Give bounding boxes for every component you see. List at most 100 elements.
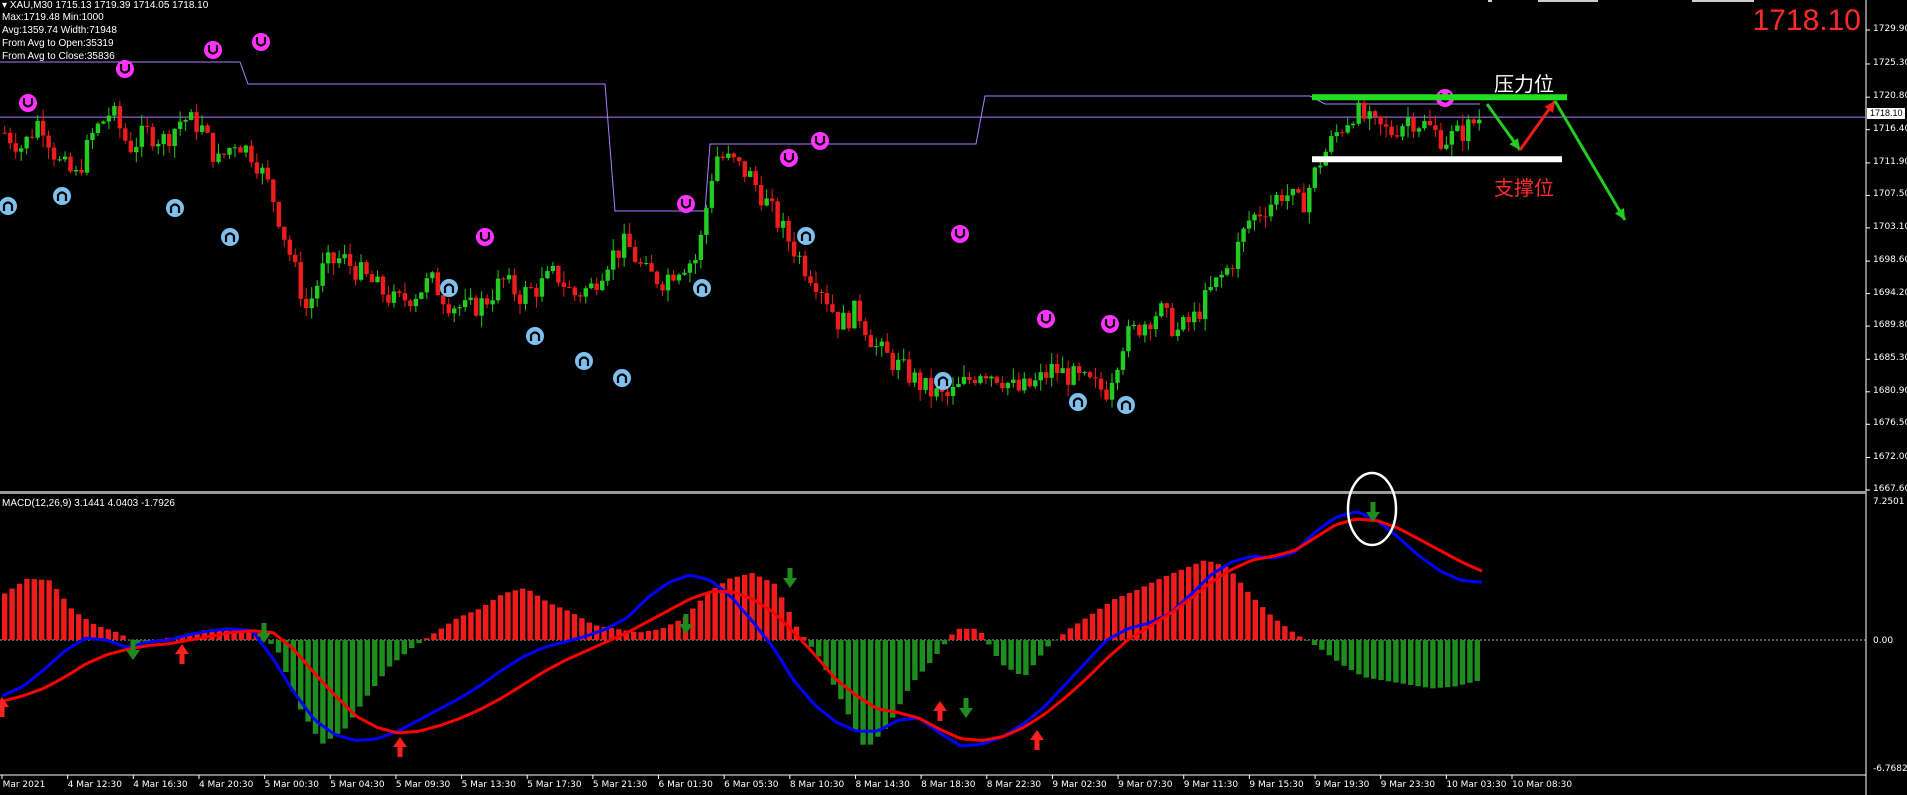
- candle-body: [468, 297, 473, 301]
- macd-histogram-bar: [364, 640, 370, 696]
- candle-body: [57, 159, 62, 161]
- macd-histogram-bar: [1393, 640, 1399, 683]
- macd-histogram-bar: [734, 576, 740, 640]
- macd-histogram-bar: [1200, 560, 1207, 640]
- macd-histogram-bar: [845, 640, 851, 715]
- candle-body: [484, 298, 490, 305]
- candle-body: [846, 312, 852, 329]
- toolbar-stub-1[interactable]: [1488, 0, 1492, 2]
- candle-body: [1104, 389, 1109, 400]
- candle-body: [517, 294, 523, 304]
- candle-body: [1438, 130, 1444, 149]
- candle-body: [1049, 363, 1054, 378]
- macd-histogram-bar: [949, 634, 955, 640]
- candle-body: [1082, 372, 1087, 374]
- macd-histogram-bar: [1193, 563, 1199, 640]
- candle-body: [550, 265, 556, 272]
- time-tick-label: 5 Mar 13:30: [461, 780, 516, 790]
- candle-body: [441, 295, 446, 305]
- candle-body: [808, 276, 813, 284]
- toolbar-stub-2[interactable]: [1538, 0, 1598, 2]
- time-tick-label: 9 Mar 19:30: [1315, 780, 1370, 790]
- macd-histogram-bar: [512, 590, 518, 640]
- fractal-lower-icon: [440, 279, 458, 297]
- macd-histogram-bar: [61, 598, 67, 640]
- candle-body: [1115, 369, 1120, 383]
- candle-body: [8, 132, 13, 144]
- price-tick-label: 1729.90: [1873, 24, 1907, 34]
- candle-body: [802, 255, 808, 277]
- candle-body: [1202, 290, 1208, 319]
- macd-histogram-bar: [1156, 579, 1162, 640]
- candle-body: [473, 297, 479, 316]
- candle-body: [342, 254, 347, 259]
- candle-body: [260, 167, 265, 174]
- macd-histogram-bar: [416, 640, 422, 644]
- macd-histogram-bar: [912, 640, 918, 681]
- macd-histogram-bar: [268, 640, 274, 644]
- macd-histogram-bar: [1230, 573, 1236, 640]
- info-max-min: Max:1719.48 Min:1000: [2, 12, 104, 23]
- candle-body: [46, 135, 51, 148]
- candle-body: [1400, 126, 1405, 137]
- macd-histogram-bar: [1097, 608, 1103, 640]
- macd-histogram-bar: [1371, 640, 1377, 679]
- fractal-upper-icon: [780, 149, 798, 167]
- candle-body: [578, 295, 583, 297]
- collapse-triangle-icon[interactable]: ▾: [2, 0, 10, 11]
- macd-histogram-bar: [645, 630, 652, 640]
- macd-histogram-bar: [1297, 636, 1303, 640]
- time-tick-label: 8 Mar 18:30: [921, 780, 976, 790]
- macd-histogram-bar: [1400, 640, 1406, 684]
- macd-histogram-bar: [993, 640, 999, 657]
- macd-histogram-bar: [1452, 640, 1458, 687]
- macd-histogram-bar: [527, 590, 533, 640]
- macd-histogram-bar: [16, 583, 23, 640]
- macd-histogram-bar: [742, 574, 748, 640]
- macd-histogram-bar: [1245, 591, 1251, 640]
- chart-canvas[interactable]: [0, 0, 1907, 795]
- chart-window[interactable]: ▾ XAU,M30 1715.13 1719.39 1714.05 1718.1…: [0, 0, 1907, 795]
- macd-histogram-bar: [505, 592, 511, 640]
- macd-histogram-bar: [534, 595, 541, 640]
- candle-body: [813, 283, 819, 293]
- candle-body: [1137, 324, 1142, 336]
- macd-histogram-bar: [120, 635, 126, 640]
- candle-body: [989, 376, 994, 379]
- candle-body: [419, 292, 424, 299]
- candle-body: [271, 179, 276, 203]
- fractal-upper-icon: [204, 41, 222, 59]
- macd-label: MACD(12,26,9) 3.1441 4.0403 -1.7926: [2, 498, 175, 509]
- candle-body: [424, 278, 430, 293]
- candle-body: [386, 294, 391, 303]
- candle-body: [369, 274, 375, 283]
- candle-body: [112, 106, 117, 116]
- candle-body: [249, 145, 254, 163]
- candle-body: [824, 293, 830, 305]
- macd-histogram-bar: [1326, 640, 1332, 656]
- macd-histogram-bar: [490, 600, 496, 640]
- candle-body: [446, 304, 451, 314]
- macd-histogram-bar: [653, 629, 659, 640]
- price-tick-label: 1689.80: [1873, 320, 1907, 331]
- toolbar-stub-3[interactable]: [1692, 0, 1754, 2]
- candle-body: [1181, 317, 1186, 330]
- symbol-line: ▾ XAU,M30 1715.13 1719.39 1714.05 1718.1…: [2, 0, 209, 11]
- candle-body: [1416, 128, 1422, 132]
- time-tick-label: 8 Mar 22:30: [986, 780, 1042, 790]
- fractal-lower-icon: [693, 279, 711, 297]
- time-tick-label: 5 Mar 09:30: [395, 780, 451, 790]
- candle-body: [649, 263, 654, 272]
- fractal-lower-icon: [166, 199, 184, 217]
- candle-body: [1044, 372, 1049, 378]
- macd-histogram-bar: [882, 640, 888, 729]
- candle-body: [1411, 117, 1416, 132]
- time-tick-label: 6 Mar 01:30: [658, 780, 713, 790]
- macd-histogram-bar: [934, 640, 940, 654]
- cross-up-arrow-icon: [1030, 730, 1044, 750]
- candle-body: [194, 112, 199, 132]
- candle-body: [769, 198, 775, 202]
- price-tick-label: 1685.30: [1873, 353, 1907, 364]
- macd-histogram-bar: [1341, 640, 1347, 666]
- macd-histogram-bar: [853, 640, 859, 730]
